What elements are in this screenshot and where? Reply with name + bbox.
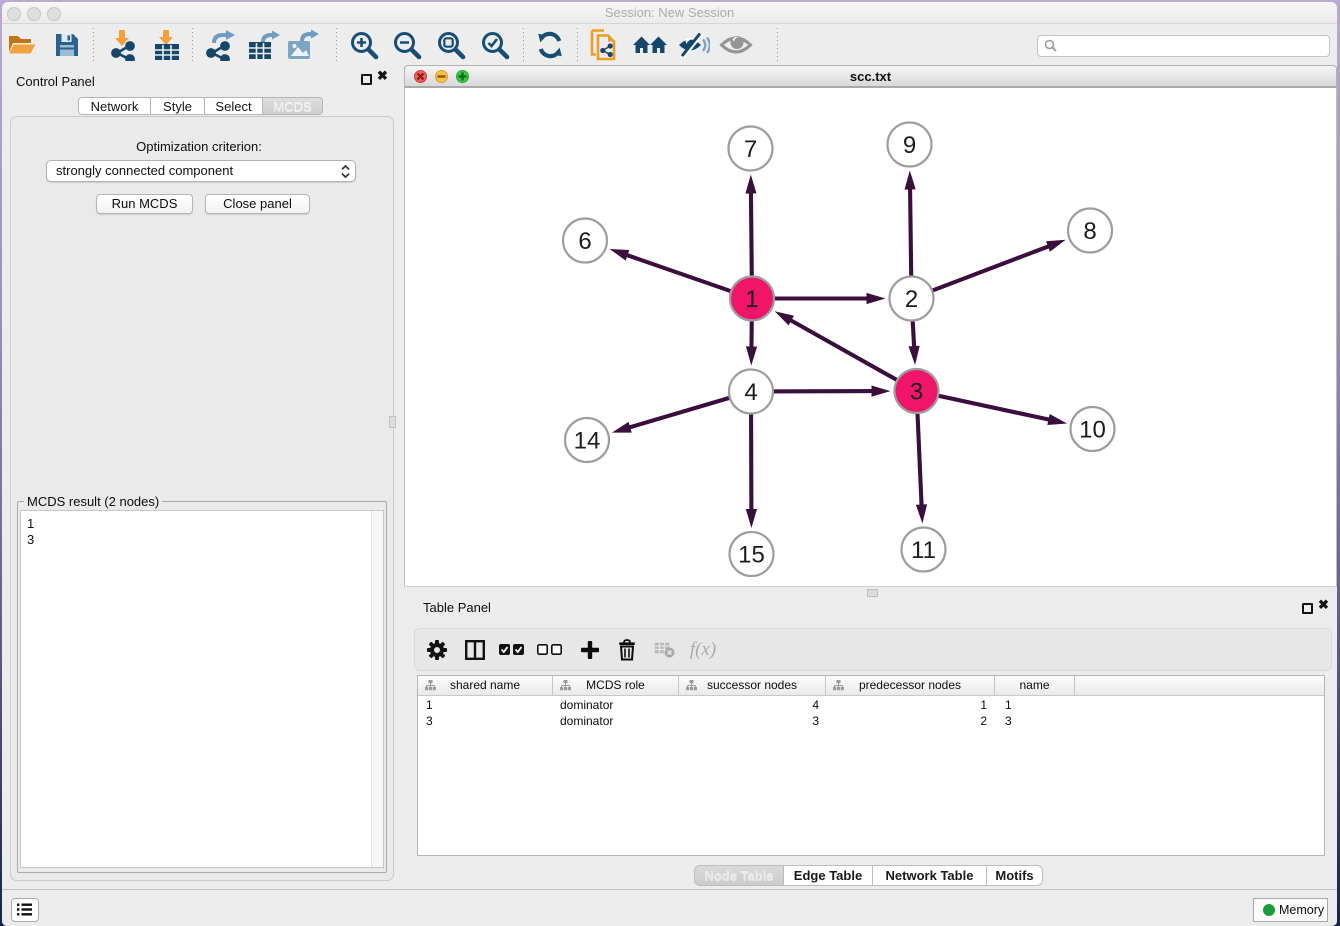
svg-text:1: 1: [745, 286, 758, 313]
svg-text:7: 7: [744, 136, 757, 163]
svg-text:3: 3: [910, 379, 923, 406]
svg-text:4: 4: [744, 379, 757, 406]
svg-text:8: 8: [1083, 218, 1096, 245]
svg-text:10: 10: [1079, 417, 1106, 444]
svg-text:15: 15: [738, 542, 765, 569]
svg-text:14: 14: [574, 428, 601, 455]
svg-text:6: 6: [578, 228, 591, 255]
svg-text:11: 11: [911, 537, 936, 564]
svg-text:2: 2: [905, 286, 918, 313]
svg-text:9: 9: [903, 132, 916, 159]
